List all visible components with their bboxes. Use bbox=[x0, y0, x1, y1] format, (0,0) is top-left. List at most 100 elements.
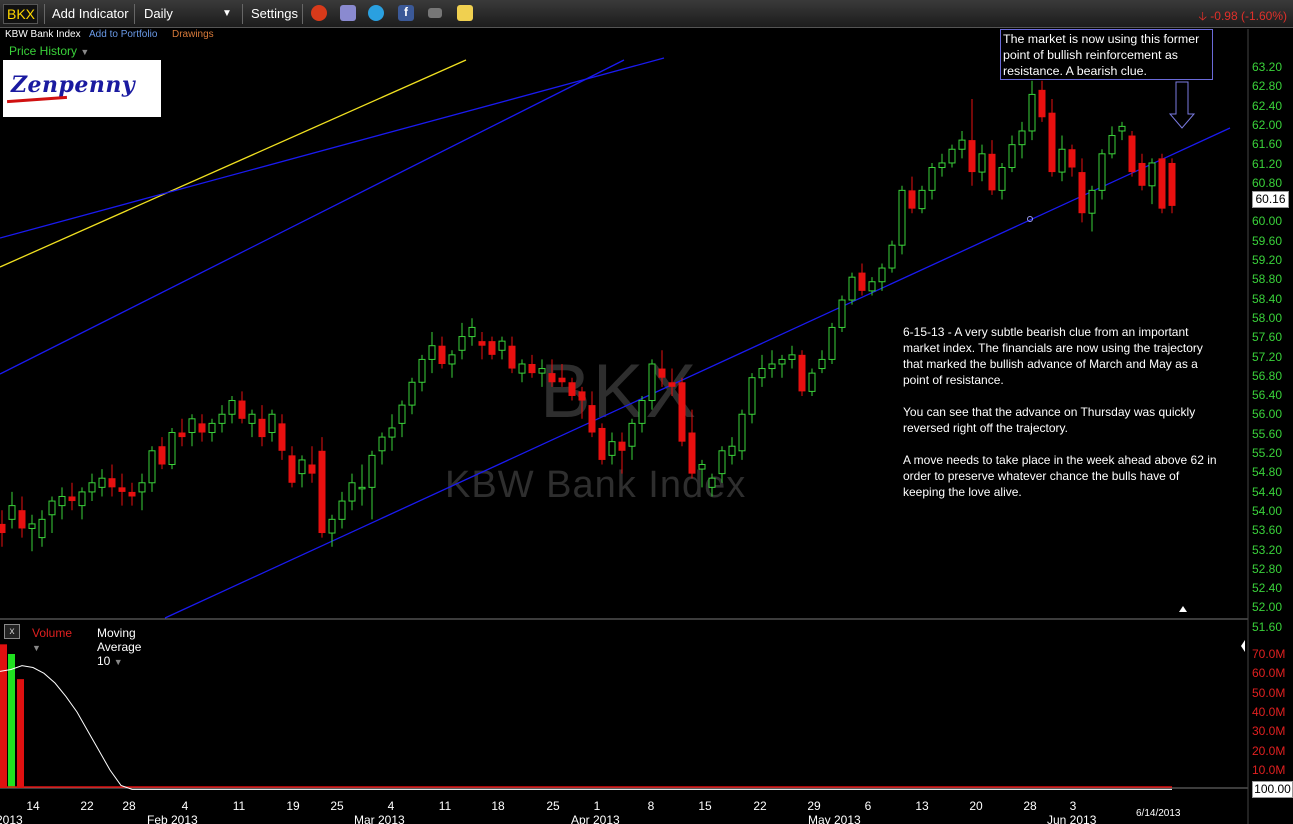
candle-body-up bbox=[958, 139, 966, 150]
candle-body-down bbox=[18, 510, 26, 529]
current-date-label: 6/14/2013 bbox=[1136, 808, 1181, 819]
candle-body-up bbox=[518, 363, 526, 374]
volume-tick-label: 10.0M bbox=[1252, 762, 1286, 777]
candle-body-up bbox=[228, 400, 236, 415]
candle-body-down bbox=[68, 496, 76, 502]
candle-body-down bbox=[308, 464, 316, 474]
candle-body-up bbox=[918, 189, 926, 210]
volume-label[interactable]: Volume ▼ bbox=[32, 626, 72, 654]
price-tick-label: 52.80 bbox=[1252, 561, 1283, 576]
candle-body-up bbox=[8, 505, 16, 520]
price-tick-label: 61.20 bbox=[1252, 156, 1283, 171]
candle-body-up bbox=[148, 450, 156, 484]
candle-body-up bbox=[538, 368, 546, 374]
chevron-down-icon[interactable]: ▼ bbox=[114, 657, 123, 667]
candle-body-up bbox=[48, 500, 56, 516]
price-tick-label: 62.80 bbox=[1252, 79, 1283, 94]
candle-body-down bbox=[568, 382, 576, 396]
moving-average-label[interactable]: Moving Average 10 ▼ bbox=[97, 626, 141, 668]
volume-tick-label: 50.0M bbox=[1252, 685, 1286, 700]
candle-body-up bbox=[458, 336, 466, 351]
price-tick-label: 55.20 bbox=[1252, 446, 1283, 460]
candle-body-up bbox=[838, 299, 846, 328]
chevron-down-icon[interactable]: ▼ bbox=[32, 643, 41, 653]
candle-body-up bbox=[718, 450, 726, 475]
candle-body-up bbox=[328, 518, 336, 534]
candle-body-up bbox=[978, 153, 986, 173]
candle-body-down bbox=[1158, 158, 1166, 209]
close-icon[interactable]: x bbox=[4, 624, 20, 639]
candle-body-up bbox=[58, 495, 66, 507]
volume-tick-label: 30.0M bbox=[1252, 724, 1286, 739]
candle-body-down bbox=[508, 345, 516, 369]
candle-body-up bbox=[628, 422, 636, 447]
commentary-paragraph: A move needs to take place in the week a… bbox=[903, 453, 1217, 499]
candle-body-up bbox=[468, 326, 476, 338]
volume-bar bbox=[8, 654, 15, 788]
price-tick-label: 53.60 bbox=[1252, 523, 1283, 538]
candle-body-up bbox=[378, 436, 386, 452]
candle-body-up bbox=[88, 482, 96, 493]
candle-body-up bbox=[848, 276, 856, 301]
candle-body-up bbox=[748, 377, 756, 415]
candle-body-up bbox=[928, 167, 936, 191]
date-tick-label: 22 bbox=[80, 799, 94, 813]
date-tick-label: 15 bbox=[698, 799, 712, 813]
candle-body-up bbox=[1088, 189, 1096, 214]
candle-body-down bbox=[488, 341, 496, 355]
candle-body-up bbox=[1028, 93, 1036, 132]
volume-bar bbox=[0, 644, 7, 788]
price-tick-label: 57.60 bbox=[1252, 330, 1283, 345]
candle-body-up bbox=[138, 482, 146, 493]
candle-body-up bbox=[708, 477, 716, 488]
candle-body-up bbox=[78, 491, 86, 507]
candle-body-up bbox=[828, 326, 836, 360]
candle-body-up bbox=[348, 482, 356, 502]
price-tick-label: 54.40 bbox=[1252, 484, 1283, 499]
candle-body-up bbox=[448, 354, 456, 365]
candle-body-up bbox=[218, 413, 226, 424]
candle-body-up bbox=[888, 244, 896, 269]
candle-body-up bbox=[1108, 135, 1116, 155]
candle-body-down bbox=[438, 345, 446, 364]
annotation-note: The market is now using this former poin… bbox=[1000, 29, 1213, 80]
candle-body-up bbox=[168, 432, 176, 466]
candle-body-up bbox=[248, 413, 256, 424]
volume-tick-label: 20.0M bbox=[1252, 743, 1286, 758]
candle-body-up bbox=[418, 358, 426, 383]
logo-text: Zenpenny bbox=[11, 72, 136, 98]
date-tick-label: 11 bbox=[232, 799, 246, 813]
candle-body-up bbox=[868, 281, 876, 292]
down-arrow-icon bbox=[1168, 81, 1196, 129]
logo: Zenpenny bbox=[3, 60, 161, 117]
date-tick-label: 14 bbox=[26, 799, 40, 813]
candle-body-up bbox=[428, 345, 436, 360]
last-price-label: 60.16 bbox=[1252, 191, 1289, 208]
candle-body-down bbox=[178, 432, 186, 438]
candle-body-down bbox=[968, 140, 976, 173]
candle-body-up bbox=[298, 459, 306, 475]
candle-body-down bbox=[798, 354, 806, 392]
month-label: Feb 2013 bbox=[147, 813, 198, 824]
price-tick-label: 58.40 bbox=[1252, 291, 1283, 306]
candle-body-down bbox=[558, 377, 566, 383]
candle-body-up bbox=[38, 518, 46, 539]
price-tick-label: 62.40 bbox=[1252, 98, 1283, 113]
candle-body-up bbox=[808, 372, 816, 392]
date-tick-label: 28 bbox=[122, 799, 136, 813]
candle-body-down bbox=[108, 478, 116, 488]
axis-marker-icon bbox=[1241, 640, 1245, 652]
price-tick-label: 54.00 bbox=[1252, 503, 1283, 518]
candle-body-up bbox=[398, 404, 406, 424]
candle-body-down bbox=[1078, 172, 1086, 214]
candle-body-down bbox=[128, 491, 136, 497]
candle-body-up bbox=[948, 148, 956, 164]
volume-last-value: 100.00 bbox=[1252, 781, 1293, 798]
date-tick-label: 4 bbox=[387, 799, 395, 813]
price-tick-label: 61.60 bbox=[1252, 137, 1283, 152]
candle-body-up bbox=[648, 363, 656, 402]
price-tick-label: 51.60 bbox=[1252, 619, 1283, 634]
price-tick-label: 59.20 bbox=[1252, 253, 1283, 267]
month-label: 2013 bbox=[0, 813, 23, 824]
date-tick-label: 6 bbox=[864, 799, 872, 813]
